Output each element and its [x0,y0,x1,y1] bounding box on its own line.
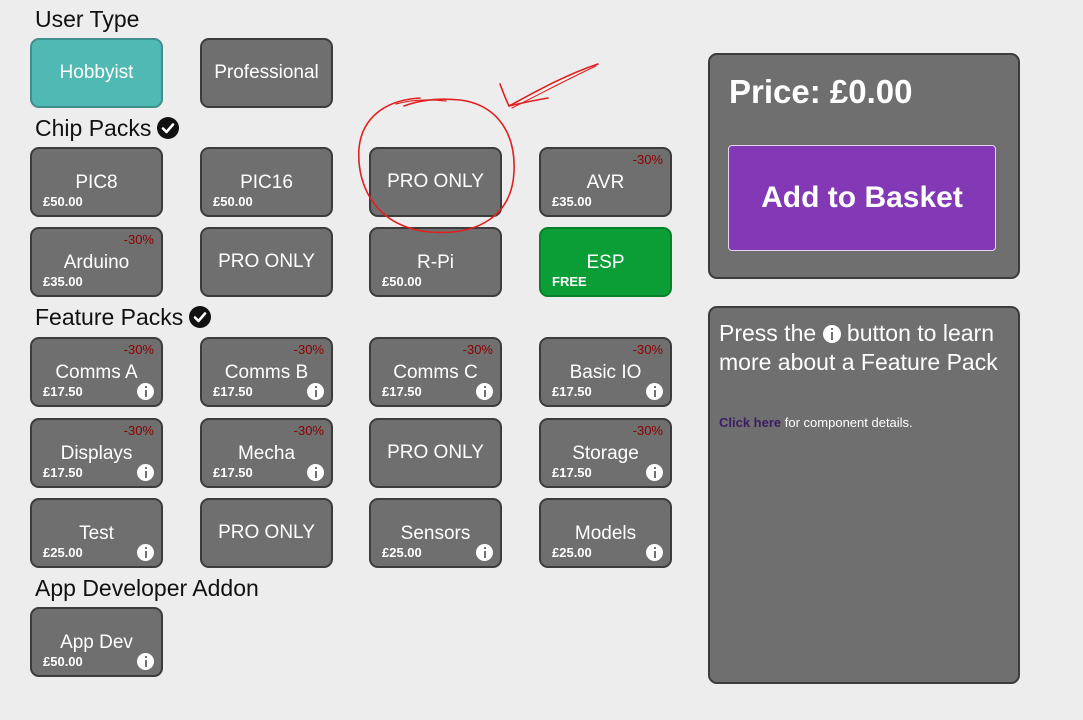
info-icon[interactable] [646,383,663,400]
feature-test[interactable]: Test £25.00 [30,498,163,568]
feature-pro-only[interactable]: PRO ONLY [200,498,333,568]
tile-label: Comms B [224,362,309,383]
feature-comms-c[interactable]: -30% Comms C £17.50 [369,337,502,407]
chip-pro-only[interactable]: PRO ONLY [200,227,333,297]
info-icon[interactable] [646,464,663,481]
click-here-link[interactable]: Click here [719,415,781,430]
hobbyist-button[interactable]: Hobbyist [30,38,163,108]
feature-packs-heading: Feature Packs [35,303,212,331]
user-type-heading: User Type [35,6,140,32]
chip-pic8[interactable]: PIC8 £50.00 [30,147,163,217]
info-icon[interactable] [646,544,663,561]
tile-price: £25.00 [43,545,83,560]
tile-label: Sensors [400,523,471,544]
chip-pic16[interactable]: PIC16 £50.00 [200,147,333,217]
feature-basic-io[interactable]: -30% Basic IO £17.50 [539,337,672,407]
tile-label: Test [79,523,114,544]
chip-avr[interactable]: -30% AVR £35.00 [539,147,672,217]
feature-mecha[interactable]: -30% Mecha £17.50 [200,418,333,488]
add-to-basket-button[interactable]: Add to Basket [728,145,996,251]
tile-price: £25.00 [382,545,422,560]
tile-price: £35.00 [552,194,592,209]
tile-price: £17.50 [43,384,83,399]
check-circle-icon [189,306,212,328]
tile-label: Comms C [393,362,478,383]
discount-badge: -30% [632,423,663,438]
tile-price: £50.00 [213,194,253,209]
price-total: Price: £0.00 [729,73,913,110]
tile-label: AVR [586,172,625,193]
feature-models[interactable]: Models £25.00 [539,498,672,568]
price-panel: Price: £0.00 Add to Basket [708,53,1020,279]
component-details-line: Click here for component details. [719,415,913,430]
tile-label: PRO ONLY [387,442,484,463]
addon-app-dev[interactable]: App Dev £50.00 [30,607,163,677]
tile-label: PRO ONLY [387,171,484,192]
tile-label: Hobbyist [59,62,134,83]
discount-badge: -30% [123,342,154,357]
tile-label: Displays [60,443,133,464]
discount-badge: -30% [293,423,324,438]
info-icon[interactable] [476,383,493,400]
discount-badge: -30% [632,342,663,357]
tile-price: FREE [552,274,587,289]
tile-price: £17.50 [552,465,592,480]
feature-sensors[interactable]: Sensors £25.00 [369,498,502,568]
professional-button[interactable]: Professional [200,38,333,108]
tile-label: Models [574,523,637,544]
tile-price: £17.50 [213,465,253,480]
info-icon[interactable] [137,464,154,481]
app-developer-heading: App Developer Addon [35,575,259,601]
info-message: Press the button to learn more about a F… [719,320,998,375]
tile-price: £50.00 [43,194,83,209]
tile-label: ESP [586,252,625,273]
discount-badge: -30% [123,423,154,438]
tile-price: £17.50 [213,384,253,399]
tile-label: Comms A [55,362,138,383]
discount-badge: -30% [632,152,663,167]
tile-label: Basic IO [569,362,642,383]
tile-label: Arduino [63,252,130,273]
feature-storage[interactable]: -30% Storage £17.50 [539,418,672,488]
info-panel: Press the button to learn more about a F… [708,306,1020,684]
info-icon[interactable] [137,653,154,670]
tile-price: £50.00 [43,654,83,669]
tile-label: R-Pi [417,252,454,273]
chip-packs-heading: Chip Packs [35,114,180,142]
tile-label: App Dev [60,632,133,653]
tile-price: £25.00 [552,545,592,560]
info-icon[interactable] [307,383,324,400]
info-icon[interactable] [137,544,154,561]
feature-comms-b[interactable]: -30% Comms B £17.50 [200,337,333,407]
discount-badge: -30% [462,342,493,357]
chip-rpi[interactable]: R-Pi £50.00 [369,227,502,297]
check-circle-icon [157,117,180,139]
tile-label: PRO ONLY [218,251,315,272]
tile-price: £17.50 [43,465,83,480]
feature-pro-only[interactable]: PRO ONLY [369,418,502,488]
tile-price: £35.00 [43,274,83,289]
tile-label: Storage [572,443,639,464]
tile-label: PIC16 [240,172,293,193]
info-icon [822,325,841,343]
tile-label: Professional [214,62,319,83]
tile-label: PRO ONLY [218,522,315,543]
tile-price: £17.50 [552,384,592,399]
tile-price: £17.50 [382,384,422,399]
tile-price: £50.00 [382,274,422,289]
feature-displays[interactable]: -30% Displays £17.50 [30,418,163,488]
feature-comms-a[interactable]: -30% Comms A £17.50 [30,337,163,407]
tile-label: Mecha [237,443,296,464]
chip-esp[interactable]: ESP FREE [539,227,672,297]
discount-badge: -30% [293,342,324,357]
tile-label: PIC8 [75,172,118,193]
discount-badge: -30% [123,232,154,247]
info-icon[interactable] [307,464,324,481]
chip-arduino[interactable]: -30% Arduino £35.00 [30,227,163,297]
info-icon[interactable] [137,383,154,400]
info-icon[interactable] [476,544,493,561]
chip-pro-only[interactable]: PRO ONLY [369,147,502,217]
